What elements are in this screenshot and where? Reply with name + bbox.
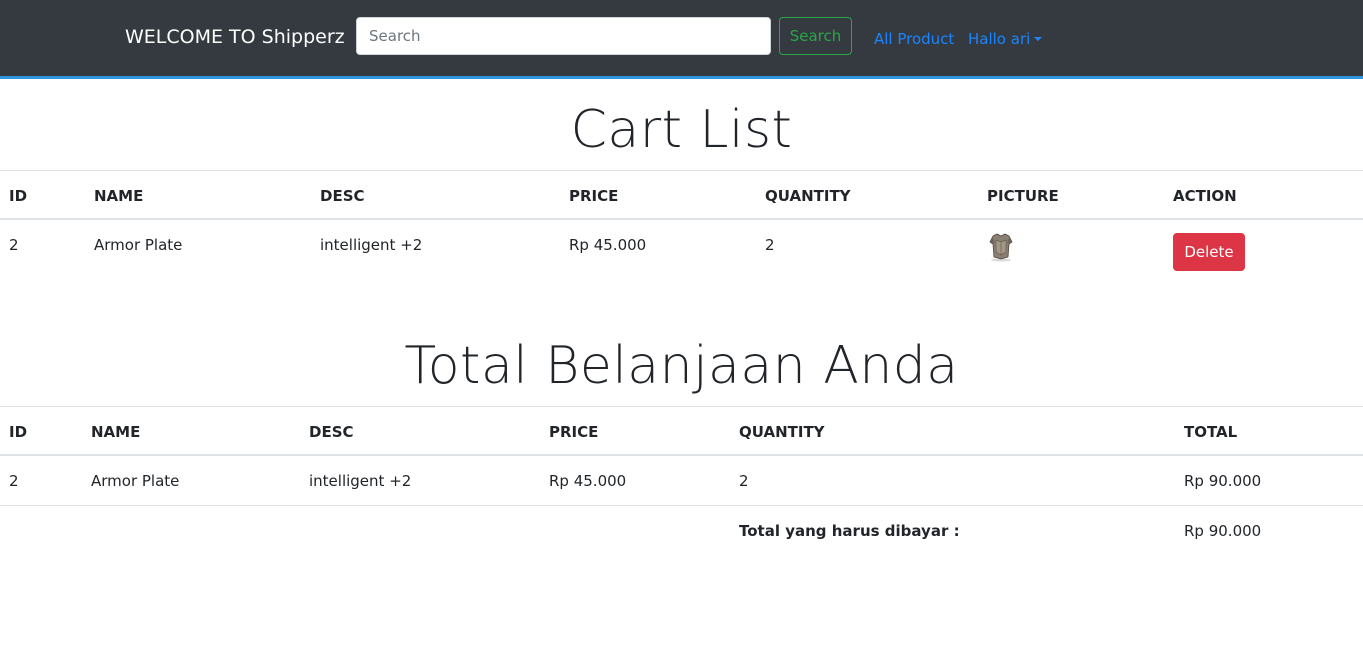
order-summary-title: Total Belanjaan Anda: [404, 336, 959, 396]
order-summary-table: ID NAME DESC PRICE QUANTITY TOTAL 2 Armo…: [0, 406, 1363, 556]
cart-list-title: Cart List: [570, 100, 793, 160]
grand-total-label: Total yang harus dibayar :: [739, 522, 960, 540]
grand-total-value: Rp 90.000: [1184, 522, 1262, 540]
cell-price: Rp 45.000: [549, 472, 627, 490]
cell-quantity: 2: [765, 236, 775, 254]
column-header-name: NAME: [91, 423, 141, 441]
column-header-action: ACTION: [1173, 187, 1237, 205]
user-dropdown-label: Hallo ari: [968, 30, 1031, 48]
nav-link-all-product[interactable]: All Product: [874, 30, 954, 48]
column-header-picture: PICTURE: [987, 187, 1059, 205]
column-header-desc: DESC: [320, 187, 365, 205]
chevron-down-icon: [1034, 37, 1043, 41]
brand-title[interactable]: WELCOME TO Shipperz: [125, 26, 345, 48]
column-header-id: ID: [9, 423, 28, 441]
table-header-row: ID NAME DESC PRICE QUANTITY PICTURE ACTI…: [0, 170, 1363, 220]
cell-price: Rp 45.000: [569, 236, 647, 254]
table-header-row: ID NAME DESC PRICE QUANTITY TOTAL: [0, 406, 1363, 456]
column-header-total: TOTAL: [1184, 423, 1238, 441]
search-input[interactable]: [356, 17, 771, 55]
column-header-price: PRICE: [549, 423, 599, 441]
grand-total-row: Total yang harus dibayar : Rp 90.000: [0, 506, 1363, 556]
column-header-id: ID: [9, 187, 28, 205]
table-row: 2 Armor Plate intelligent +2 Rp 45.000 2…: [0, 456, 1363, 506]
user-dropdown[interactable]: Hallo ari: [968, 30, 1043, 48]
cell-total: Rp 90.000: [1184, 472, 1262, 490]
top-navbar: WELCOME TO Shipperz Search All Product H…: [0, 0, 1363, 79]
cell-quantity: 2: [739, 472, 749, 490]
table-row: 2 Armor Plate intelligent +2 Rp 45.000 2…: [0, 220, 1363, 284]
cart-table: ID NAME DESC PRICE QUANTITY PICTURE ACTI…: [0, 170, 1363, 284]
cell-id: 2: [9, 472, 19, 490]
delete-button[interactable]: Delete: [1173, 233, 1245, 271]
column-header-quantity: QUANTITY: [765, 187, 851, 205]
cell-name: Armor Plate: [94, 236, 183, 254]
column-header-name: NAME: [94, 187, 144, 205]
cell-id: 2: [9, 236, 19, 254]
armor-plate-image: [989, 233, 1013, 262]
cell-desc: intelligent +2: [309, 472, 412, 490]
cell-desc: intelligent +2: [320, 236, 423, 254]
column-header-desc: DESC: [309, 423, 354, 441]
column-header-price: PRICE: [569, 187, 619, 205]
column-header-quantity: QUANTITY: [739, 423, 825, 441]
search-button[interactable]: Search: [779, 17, 852, 55]
cell-name: Armor Plate: [91, 472, 180, 490]
